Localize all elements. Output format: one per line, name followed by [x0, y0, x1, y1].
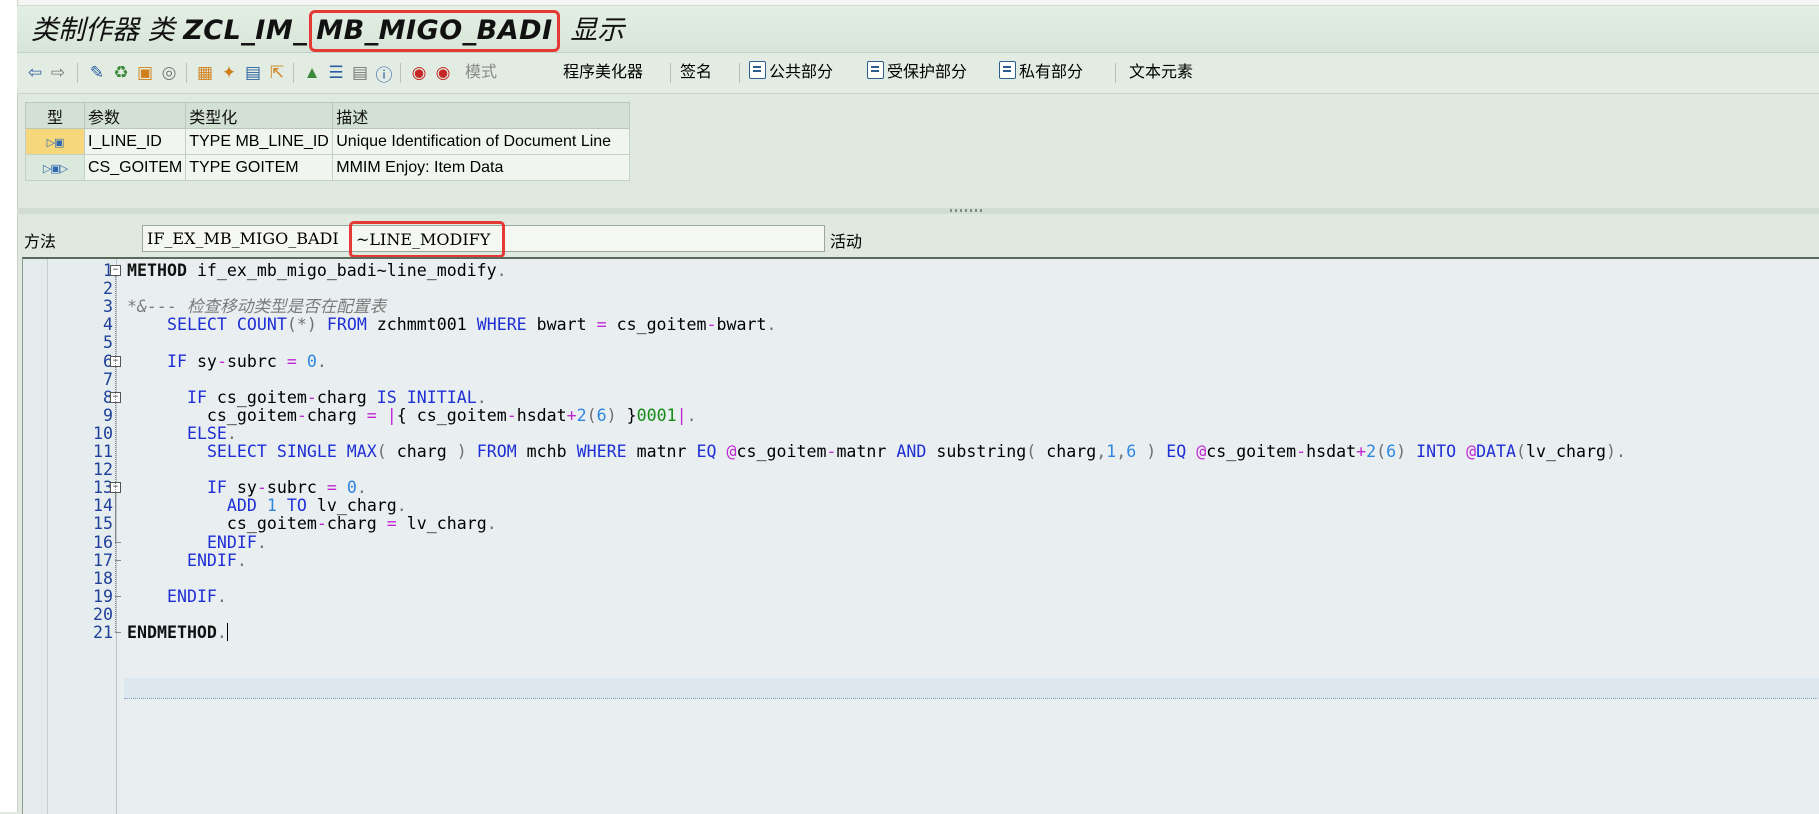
fold-guide-end — [115, 595, 121, 597]
application-toolbar: ⇦ ⇨ ✎ ♻ ▣ ◎ ▦ ✦ ▤ ⇱ ▲ ☰ ▤ ⓘ ◉ ◉ 模式 程序美化器… — [17, 53, 1819, 94]
parameter-name-cell[interactable]: I_LINE_ID — [83, 128, 187, 155]
info-icon[interactable]: ⓘ — [373, 62, 395, 85]
code-line[interactable]: 21 ENDMETHOD. — [23, 622, 1819, 643]
code-editor[interactable]: 1− METHOD if_ex_mb_migo_badi~line_modify.… — [22, 257, 1819, 814]
private-section-label: 私有部分 — [1019, 64, 1084, 81]
text-cursor — [226, 623, 228, 641]
left-border-strip — [0, 0, 18, 812]
documentation-icon[interactable]: ▤ — [349, 62, 371, 84]
hierarchy-icon[interactable]: ▲ — [301, 62, 323, 84]
fold-guide — [115, 493, 116, 542]
column-header-kind[interactable]: 型 — [25, 102, 85, 129]
method-name-field: IF_EX_MB_MIGO_BADI ~LINE_MODIFY — [142, 221, 825, 258]
code-text: ENDMETHOD. — [127, 623, 228, 642]
parameter-typing-cell[interactable]: TYPE GOITEM — [185, 154, 334, 181]
toolbar-separator — [400, 63, 401, 83]
private-section-button[interactable]: 私有部分 — [999, 61, 1083, 85]
column-header-parameter[interactable]: 参数 — [83, 102, 187, 129]
signature-button[interactable]: 签名 — [680, 61, 712, 85]
table-row[interactable]: ▷▣ I_LINE_ID TYPE MB_LINE_ID Unique Iden… — [25, 128, 631, 155]
parameter-typing-cell[interactable]: TYPE MB_LINE_ID — [185, 128, 334, 155]
method-label: 方法 — [24, 234, 57, 251]
public-section-button[interactable]: 公共部分 — [749, 61, 833, 85]
text-elements-button[interactable]: 文本元素 — [1129, 61, 1193, 85]
other-object-icon[interactable]: ✎ — [86, 62, 108, 84]
section-icon — [749, 61, 766, 79]
pretty-printer-button[interactable]: 程序美化器 — [563, 61, 643, 85]
section-icon — [867, 61, 884, 79]
pattern-button[interactable]: 模式 — [465, 61, 497, 85]
title-prefix: 类制作器 类 — [31, 15, 175, 46]
display-change-icon[interactable]: ♻ — [110, 62, 132, 84]
navigate-icon[interactable]: ✦ — [218, 62, 240, 84]
parameters-table: 型 参数 类型化 描述 ▷▣ I_LINE_ID TYPE MB_LINE_ID… — [25, 102, 631, 181]
toolbar-separator — [739, 63, 740, 83]
toolbar-separator — [670, 63, 671, 83]
page-title: 类制作器 类 ZCL_IM_ MB_MIGO_BADI 显示 — [31, 10, 625, 52]
column-header-typing[interactable]: 类型化 — [185, 102, 334, 129]
section-icon — [999, 61, 1016, 79]
fold-guide-end — [115, 559, 121, 561]
toolbar-separator — [293, 63, 294, 83]
forward-icon[interactable]: ⇨ — [47, 62, 69, 84]
fold-guide-end — [115, 541, 121, 543]
toolbar-separator — [186, 63, 187, 83]
bookmark-icon[interactable]: ▤ — [242, 62, 264, 84]
status-badge: 活动 — [830, 234, 863, 251]
title-suffix: 显示 — [570, 15, 625, 46]
object-list-icon[interactable]: ▦ — [194, 62, 216, 84]
public-section-label: 公共部分 — [769, 64, 834, 81]
parameters-header-row: 型 参数 类型化 描述 — [25, 102, 631, 129]
fold-guide-end — [115, 632, 121, 633]
parameter-description-cell[interactable]: MMIM Enjoy: Item Data — [332, 154, 631, 181]
protected-section-button[interactable]: 受保护部分 — [867, 61, 967, 85]
column-header-description[interactable]: 描述 — [332, 102, 631, 129]
method-interface-part: IF_EX_MB_MIGO_BADI — [147, 229, 339, 248]
breakpoint-icon[interactable]: ◉ — [408, 62, 430, 84]
line-number: 21 — [93, 623, 113, 642]
back-icon[interactable]: ⇦ — [24, 62, 46, 84]
check-icon[interactable]: ⇱ — [266, 62, 288, 84]
class-name-prefix: ZCL_IM_ — [183, 15, 308, 46]
toolbar-separator — [1115, 63, 1116, 83]
collapse-icon[interactable]: − — [110, 265, 121, 276]
table-row[interactable]: ▷▣▷ CS_GOITEM TYPE GOITEM MMIM Enjoy: It… — [25, 154, 631, 181]
toolbar-separator — [77, 63, 78, 83]
splitter-grip-icon[interactable] — [950, 209, 982, 212]
outline-icon[interactable]: ☰ — [325, 62, 347, 84]
parameter-description-cell[interactable]: Unique Identification of Document Line — [332, 128, 631, 155]
title-bar: 类制作器 类 ZCL_IM_ MB_MIGO_BADI 显示 — [17, 6, 1819, 53]
session-breakpoint-icon[interactable]: ◉ — [432, 62, 454, 84]
changing-parameter-icon: ▷▣▷ — [25, 154, 85, 181]
protected-section-label: 受保护部分 — [887, 64, 968, 81]
current-line-highlight — [124, 678, 1819, 699]
parameter-name-cell[interactable]: CS_GOITEM — [83, 154, 187, 181]
where-used-icon[interactable]: ◎ — [158, 62, 180, 84]
activate-icon[interactable]: ▣ — [134, 62, 156, 84]
pane-splitter[interactable] — [17, 208, 1819, 214]
importing-parameter-icon: ▷▣ — [25, 128, 85, 155]
class-name-highlight: MB_MIGO_BADI — [309, 10, 560, 52]
method-name-highlight: ~LINE_MODIFY — [349, 221, 506, 258]
